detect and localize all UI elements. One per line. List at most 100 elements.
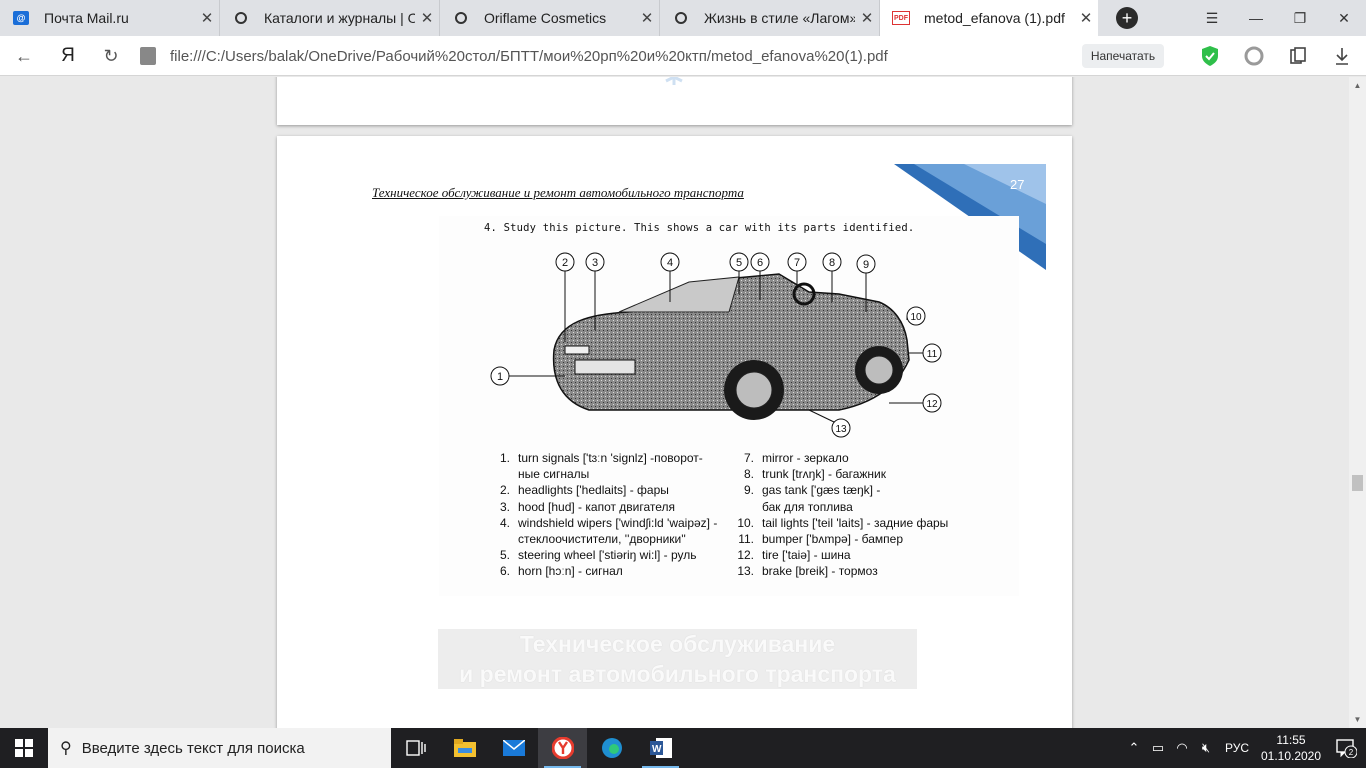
protect-shield-icon[interactable] <box>1198 44 1222 68</box>
tab-catalogs[interactable]: Каталоги и журналы | Or ✕ <box>220 0 440 36</box>
loading-ring-icon <box>452 9 470 27</box>
minimize-icon[interactable]: — <box>1234 0 1278 36</box>
callout-label: 11 <box>927 349 938 360</box>
mail-app-icon[interactable] <box>489 728 538 768</box>
scroll-down-icon[interactable]: ▼ <box>1349 711 1366 728</box>
callout-8: 8 <box>822 252 842 272</box>
watermark-line: и ремонт автомобильного транспорта <box>459 661 896 687</box>
callout-label: 1 <box>497 371 503 383</box>
url-text[interactable]: file:///C:/Users/balak/OneDrive/Рабочий%… <box>170 48 888 65</box>
tab-pdf[interactable]: PDF metod_efanova (1).pdf ✕ <box>880 0 1098 36</box>
notification-center-icon[interactable]: 2 <box>1326 738 1366 758</box>
url-field[interactable]: file:///C:/Users/balak/OneDrive/Рабочий%… <box>140 42 1070 70</box>
file-explorer-icon[interactable] <box>440 728 489 768</box>
list-item: 13. brake [breik] - тормоз <box>737 564 878 579</box>
loading-ring-icon <box>672 9 690 27</box>
window-controls: ☰ — ❐ ✕ <box>1190 0 1366 36</box>
callout-label: 5 <box>736 257 742 269</box>
scrollbar-thumb[interactable] <box>1352 475 1363 491</box>
pdf-icon: PDF <box>892 9 910 27</box>
callout-label: 3 <box>592 257 598 269</box>
callout-label: 9 <box>863 259 869 271</box>
scanned-figure: 4. Study this picture. This shows a car … <box>439 216 1019 596</box>
list-item: 12. tire ['taiə] - шина <box>737 548 851 563</box>
list-item: 8. trunk [trʌŋk] - багажник <box>743 467 887 482</box>
list-item: 1. turn signals ['tɜːn 'signlz] -поворот- <box>499 451 703 465</box>
snowflake-icon <box>665 77 683 85</box>
callout-label: 10 <box>910 312 922 323</box>
scroll-up-icon[interactable]: ▲ <box>1349 77 1366 94</box>
word-app-icon[interactable]: W <box>636 728 685 768</box>
collections-icon[interactable] <box>1286 44 1310 68</box>
callout-label: 2 <box>562 257 568 269</box>
close-tab-icon[interactable]: ✕ <box>635 9 659 27</box>
tab-label: Каталоги и журналы | Or <box>264 10 415 26</box>
vertical-scrollbar[interactable]: ▲ ▼ <box>1349 77 1366 728</box>
exercise-title: 4. Study this picture. This shows a car … <box>484 222 915 234</box>
yandex-logo-icon[interactable]: Я <box>56 44 80 68</box>
close-tab-icon[interactable]: ✕ <box>1074 9 1098 27</box>
list-item: 2. headlights ['hedlaits] - фары <box>499 483 669 498</box>
car-illustration: 2 3 4 5 6 7 8 9 10 1 11 12 13 <box>490 252 942 438</box>
tab-label: metod_efanova (1).pdf <box>924 10 1065 26</box>
back-icon[interactable]: ← <box>12 44 36 68</box>
tab-label: Oriflame Cosmetics <box>484 10 607 26</box>
tab-lagom[interactable]: Жизнь в стиле «Лагом»: ✕ <box>660 0 880 36</box>
chevron-up-icon[interactable]: ⌃ <box>1122 740 1146 756</box>
svg-text:W: W <box>652 744 662 755</box>
list-item: стеклоочистители, ''дворники'' <box>518 531 686 546</box>
print-button[interactable]: Напечатать <box>1082 44 1164 68</box>
callout-label: 12 <box>926 399 938 410</box>
restore-icon[interactable]: ❐ <box>1278 0 1322 36</box>
windows-start-icon[interactable] <box>0 728 48 768</box>
task-view-icon[interactable] <box>391 728 440 768</box>
callout-3: 3 <box>585 252 605 272</box>
menu-icon[interactable]: ☰ <box>1190 0 1234 36</box>
callout-4: 4 <box>660 252 680 272</box>
clock[interactable]: 11:55 01.10.2020 <box>1256 732 1326 764</box>
pdf-page: 27 Техническое обслуживание и ремонт авт… <box>277 136 1072 728</box>
list-item: 5. steering wheel ['stiəriŋ wi:l] - руль <box>499 548 697 563</box>
tab-mail-ru[interactable]: @ Почта Mail.ru ✕ <box>0 0 220 36</box>
watermark-line: Техническое обслуживание <box>519 631 836 657</box>
tab-label: Почта Mail.ru <box>44 10 129 26</box>
callout-label: 7 <box>794 257 800 269</box>
parts-column-left: 1. turn signals ['tɜːn 'signlz] -поворот-… <box>489 450 717 580</box>
reload-icon[interactable]: ↻ <box>99 44 123 68</box>
list-item: 11. bumper ['bʌmpə] - бампер <box>738 531 904 546</box>
wifi-icon[interactable]: ◠ <box>1170 740 1194 756</box>
callout-13: 13 <box>831 418 851 438</box>
close-tab-icon[interactable]: ✕ <box>195 9 219 27</box>
new-tab-button[interactable]: + <box>1116 7 1138 29</box>
notification-count: 2 <box>1349 748 1354 757</box>
list-item: 4. windshield wipers ['windʃi:ld 'waipəz]… <box>499 515 718 530</box>
system-tray: ⌃ ▭ ◠ 🔇︎ РУС 11:55 01.10.2020 2 <box>1122 728 1366 768</box>
parts-column-right: 7. mirror - зеркало 8. trunk [trʌŋk] - баг… <box>733 450 948 580</box>
close-tab-icon[interactable]: ✕ <box>855 9 879 27</box>
taskbar-search-input[interactable]: ⚲ Введите здесь текст для поиска <box>48 728 391 768</box>
callout-11: 11 <box>922 343 942 363</box>
callout-9: 9 <box>856 254 876 274</box>
list-item: 10. tail lights ['teil 'laits] - задние ф… <box>737 515 949 530</box>
loading-ring-icon <box>232 9 250 27</box>
time: 11:55 <box>1276 733 1306 747</box>
close-tab-icon[interactable]: ✕ <box>415 9 439 27</box>
yandex-browser-icon[interactable] <box>538 728 587 768</box>
callout-7: 7 <box>787 252 807 272</box>
callout-12: 12 <box>922 393 942 413</box>
alice-icon[interactable] <box>1242 44 1266 68</box>
download-icon[interactable] <box>1330 44 1354 68</box>
tab-oriflame[interactable]: Oriflame Cosmetics ✕ <box>440 0 660 36</box>
search-icon: ⚲ <box>60 740 72 757</box>
tab-strip: @ Почта Mail.ru ✕ Каталоги и журналы | O… <box>0 0 1366 36</box>
battery-icon[interactable]: ▭ <box>1146 740 1170 756</box>
edge-browser-icon[interactable] <box>587 728 636 768</box>
speaker-muted-icon[interactable]: 🔇︎ <box>1194 740 1218 756</box>
page-number: 27 <box>1010 177 1025 192</box>
callout-label: 6 <box>757 257 763 269</box>
close-window-icon[interactable]: ✕ <box>1322 0 1366 36</box>
input-language[interactable]: РУС <box>1218 741 1256 755</box>
search-placeholder: Введите здесь текст для поиска <box>81 739 305 757</box>
callout-label: 4 <box>667 257 673 269</box>
callout-10: 10 <box>906 306 926 326</box>
